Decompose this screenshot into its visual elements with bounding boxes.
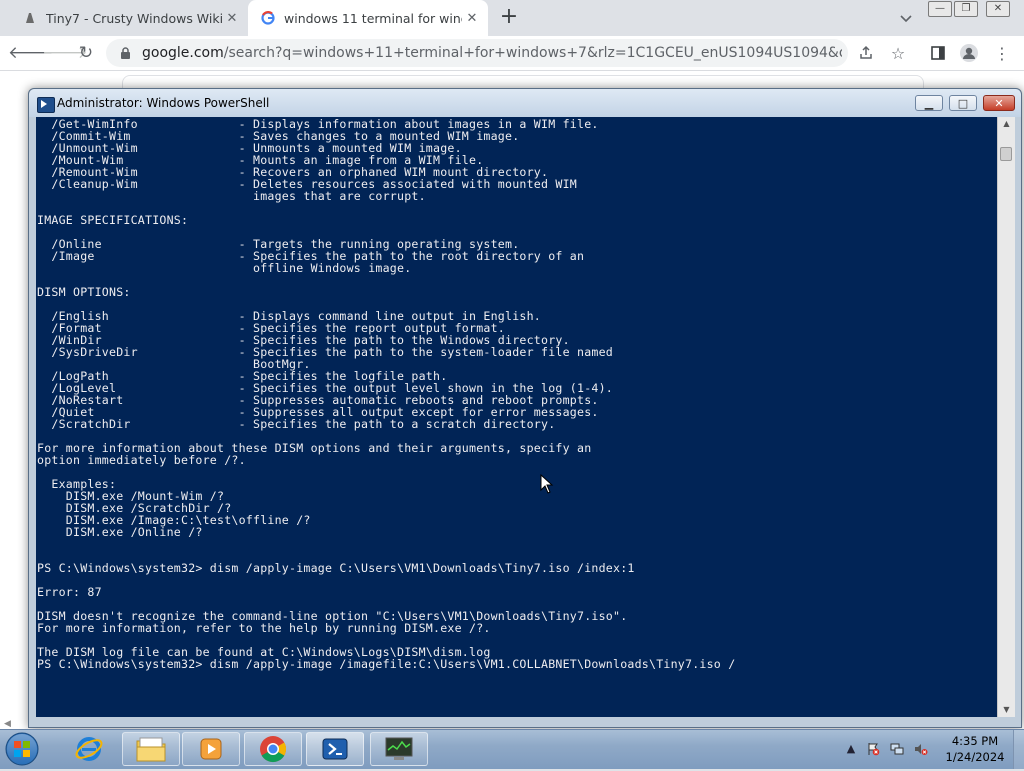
network-icon[interactable] — [890, 742, 904, 756]
share-icon[interactable] — [854, 41, 878, 65]
google-favicon-icon — [260, 10, 276, 26]
powershell-taskbar-icon[interactable] — [306, 732, 364, 766]
wiki-favicon-icon — [22, 10, 38, 26]
console-output: /Get-WimInfo - Displays information abou… — [37, 117, 736, 671]
start-button[interactable] — [2, 731, 44, 767]
volume-muted-icon[interactable] — [914, 742, 928, 756]
forward-arrow-icon[interactable]: 🡒 — [42, 41, 88, 65]
lock-icon — [120, 46, 134, 60]
tab-close-icon[interactable]: ✕ — [462, 11, 482, 26]
close-button[interactable]: ✕ — [983, 95, 1015, 111]
maximize-button[interactable]: □ — [949, 95, 977, 111]
task-manager-icon[interactable] — [370, 732, 428, 766]
show-hidden-icons-icon[interactable]: ▲ — [844, 742, 858, 756]
scroll-left-arrow-icon[interactable]: ◀ — [4, 719, 11, 729]
tab-title: Tiny7 - Crusty Windows Wiki — [46, 10, 222, 26]
powershell-titlebar[interactable]: Administrator: Windows PowerShell ▁ □ ✕ — [29, 89, 1021, 117]
back-arrow-icon[interactable]: 🡐 — [8, 41, 54, 65]
minimize-button[interactable]: ▁ — [915, 95, 943, 111]
kebab-menu-icon[interactable]: ⋮ — [990, 41, 1014, 65]
browser-tab-strip: Tiny7 - Crusty Windows Wiki ✕ windows 11… — [0, 0, 1024, 36]
powershell-window: Administrator: Windows PowerShell ▁ □ ✕ … — [28, 88, 1022, 728]
scroll-thumb[interactable] — [1000, 147, 1012, 161]
vertical-scrollbar[interactable]: ▲ ▼ — [997, 117, 1015, 717]
address-bar[interactable]: google.com/search?q=windows+11+terminal+… — [106, 39, 848, 67]
reload-icon[interactable]: ↻ — [74, 41, 98, 65]
file-explorer-icon[interactable] — [122, 732, 180, 766]
bookmark-star-icon[interactable]: ☆ — [886, 41, 910, 65]
media-player-icon[interactable] — [182, 732, 240, 766]
powershell-icon — [37, 97, 55, 113]
internet-explorer-icon[interactable] — [60, 732, 118, 766]
clock-time: 4:35 PM — [951, 734, 999, 748]
side-panel-icon[interactable] — [926, 41, 950, 65]
tab-close-icon[interactable]: ✕ — [222, 11, 242, 26]
clock-date: 1/24/2024 — [945, 750, 1005, 764]
action-center-flag-icon[interactable] — [866, 742, 880, 756]
browser-close-button[interactable]: ✕ — [986, 1, 1010, 17]
tab-search-chevron-icon[interactable] — [896, 8, 916, 28]
browser-toolbar: 🡐 🡒 ↻ google.com/search?q=windows+11+ter… — [0, 36, 1024, 71]
tab-title: windows 11 terminal for windows — [284, 10, 462, 26]
browser-restore-button[interactable]: ❐ — [954, 1, 978, 17]
taskbar: ▲ 4:35 PM 1/24/2024 — [0, 729, 1024, 769]
profile-avatar-icon[interactable] — [957, 41, 981, 65]
tab-crusty-windows-wiki[interactable]: Tiny7 - Crusty Windows Wiki ✕ — [0, 0, 248, 36]
new-tab-plus-icon[interactable]: + — [498, 6, 520, 29]
browser-minimize-button[interactable]: — — [928, 1, 952, 17]
chrome-icon[interactable] — [244, 732, 302, 766]
console-area[interactable]: /Get-WimInfo - Displays information abou… — [36, 117, 1015, 717]
show-desktop-button[interactable] — [1013, 730, 1024, 769]
scroll-down-arrow-icon[interactable]: ▼ — [998, 703, 1015, 717]
taskbar-clock[interactable]: 4:35 PM 1/24/2024 — [945, 733, 1005, 765]
scroll-up-arrow-icon[interactable]: ▲ — [998, 117, 1015, 131]
address-url: google.com/search?q=windows+11+terminal+… — [142, 45, 842, 61]
tab-google-search[interactable]: windows 11 terminal for windows ✕ — [248, 0, 488, 36]
window-title: Administrator: Windows PowerShell — [57, 96, 270, 110]
